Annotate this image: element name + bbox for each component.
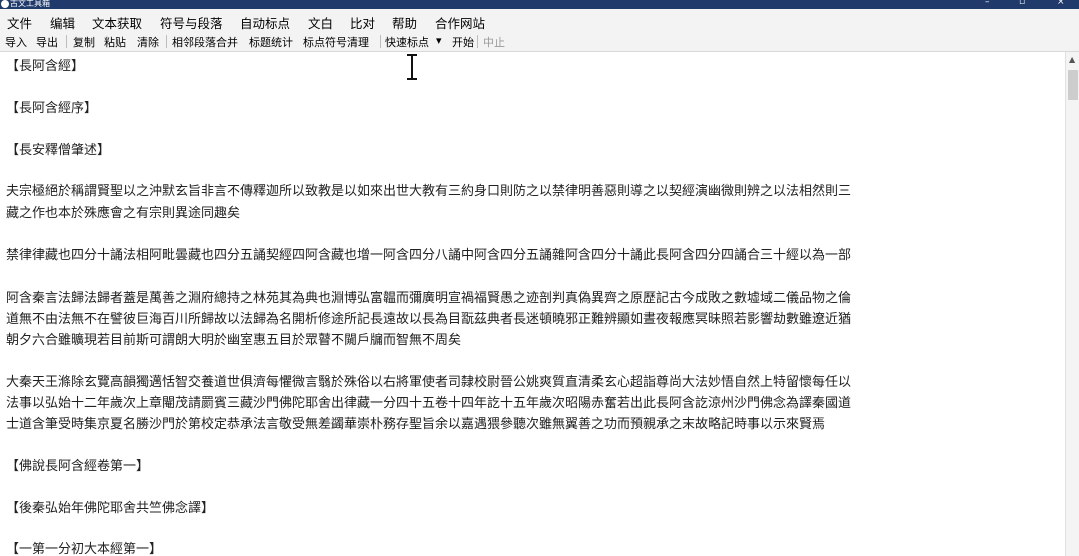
minimize-button[interactable]: – bbox=[985, 0, 990, 7]
toolbar: 导入 导出 复制 粘贴 清除 相邻段落合并 标题统计 标点符号清理 快速标点 ▾… bbox=[0, 30, 1079, 52]
text-line: 【長安釋僧肇述】 bbox=[6, 143, 111, 158]
toolbar-separator bbox=[477, 35, 478, 48]
merge-paragraphs-button[interactable]: 相邻段落合并 bbox=[172, 34, 238, 50]
export-button[interactable]: 导出 bbox=[36, 34, 58, 50]
text-line: 大秦天王滌除玄覽高韻獨邁恬智交養道世俱濟每懼微言翳於殊俗以右將軍使者司隸校尉晉公… bbox=[6, 375, 852, 390]
text-line: 【後秦弘始年佛陀耶舍共竺佛念譯】 bbox=[6, 501, 215, 516]
text-line: 【長阿含經序】 bbox=[6, 101, 98, 116]
quick-punct-button[interactable]: 快速标点 bbox=[385, 34, 429, 50]
copy-button[interactable]: 复制 bbox=[73, 34, 95, 50]
text-line: 【佛說長阿含經卷第一】 bbox=[6, 459, 150, 474]
text-line: 夫宗極絕於稱謂賢聖以之沖默玄旨非言不傳釋迦所以致教是以如來出世大教有三約身口則防… bbox=[6, 184, 852, 199]
text-line: 道無不由法無不在譬彼巨海百川所歸故以法歸為名開析修途所記長遠故以長為目翫茲典者長… bbox=[6, 312, 852, 327]
app-icon bbox=[1, 0, 9, 8]
text-editor[interactable]: 【長阿含經】 【長阿含經序】 【長安釋僧肇述】 夫宗極絕於稱謂賢聖以之沖默玄旨非… bbox=[0, 52, 1065, 556]
scroll-up-icon[interactable]: ▲ bbox=[1069, 55, 1075, 64]
punct-cleanup-button[interactable]: 标点符号清理 bbox=[303, 34, 369, 50]
text-line: 【長阿含經】 bbox=[6, 59, 85, 74]
clear-button[interactable]: 清除 bbox=[137, 34, 159, 50]
chevron-down-icon[interactable]: ▾ bbox=[436, 34, 442, 47]
text-line: 禁律律藏也四分十誦法相阿毗曇藏也四分五誦契經四阿含藏也增一阿含四分八誦中阿含四分… bbox=[6, 248, 852, 263]
vertical-scrollbar[interactable]: ▲ bbox=[1065, 52, 1079, 556]
text-line: 朝夕六合雖曠現若目前斯可謂朗大明於幽室惠五目於眾瞽不闚戶牖而智無不周矣 bbox=[6, 333, 462, 348]
toolbar-separator bbox=[166, 35, 167, 48]
toolbar-separator bbox=[66, 35, 67, 48]
toolbar-separator bbox=[380, 35, 381, 48]
maximize-button[interactable]: ▫ bbox=[1019, 0, 1025, 7]
scrollbar-thumb[interactable] bbox=[1068, 70, 1078, 100]
text-line: 法事以弘始十二年歲次上章閹茂請罽賓三藏沙門佛陀耶舍出律藏一分四十五卷十四年訖十五… bbox=[6, 396, 852, 411]
text-line: 藏之作也本於殊應會之有宗則異途同趣矣 bbox=[6, 206, 241, 221]
menu-bar: 文件 编辑 文本获取 符号与段落 自动标点 文白 比对 帮助 合作网站 bbox=[0, 9, 1079, 31]
paste-button[interactable]: 粘贴 bbox=[104, 34, 126, 50]
close-button[interactable]: × bbox=[1057, 0, 1065, 7]
window-title: 古文工具箱 bbox=[10, 0, 50, 8]
import-button[interactable]: 导入 bbox=[5, 34, 27, 50]
title-bar: 古文工具箱 – ▫ × bbox=[0, 0, 1079, 9]
title-stats-button[interactable]: 标题统计 bbox=[249, 34, 293, 50]
text-cursor-icon bbox=[405, 53, 419, 81]
text-line: 【一第一分初大本經第一】 bbox=[6, 542, 163, 556]
pause-button[interactable]: 中止 bbox=[483, 34, 505, 50]
text-line: 阿含秦言法歸法歸者蓋是萬善之淵府總持之林苑其為典也淵博弘富韞而彌廣明宣禍福賢愚之… bbox=[6, 291, 852, 306]
text-line: 士道含筆受時集京夏名勝沙門於第校定恭承法言敬受無差蠲華崇朴務存聖旨余以嘉遇猥參聽… bbox=[6, 417, 826, 432]
start-button[interactable]: 开始 bbox=[452, 34, 474, 50]
